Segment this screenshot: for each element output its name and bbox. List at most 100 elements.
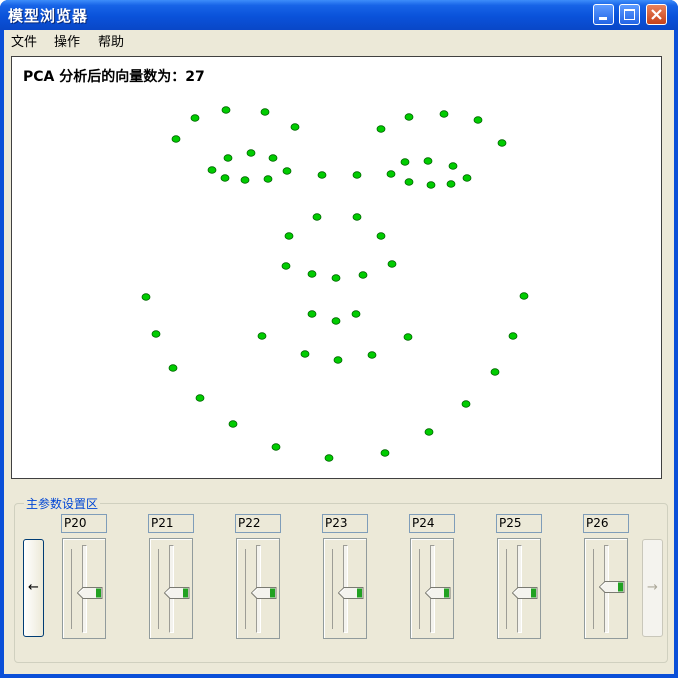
- param-slider-p23[interactable]: [323, 538, 367, 639]
- slider-ticks: [419, 549, 423, 629]
- landmark-dot: [426, 181, 436, 189]
- landmark-dot: [246, 149, 256, 157]
- landmark-dot: [281, 262, 291, 270]
- model-canvas[interactable]: PCA 分析后的向量数为：27: [11, 56, 662, 479]
- landmark-dot: [168, 364, 178, 372]
- landmark-dot: [497, 139, 507, 147]
- landmark-dot: [240, 176, 250, 184]
- landmark-dot: [439, 110, 449, 118]
- landmark-dot: [462, 174, 472, 182]
- landmark-dot: [352, 171, 362, 179]
- next-button[interactable]: →: [642, 539, 663, 637]
- param-label-p23: P23: [322, 514, 368, 533]
- param-slider-p24[interactable]: [410, 538, 454, 639]
- group-title: 主参数设置区: [24, 495, 101, 512]
- landmark-dot: [403, 333, 413, 341]
- landmark-dot: [424, 428, 434, 436]
- slider-ticks: [158, 549, 162, 629]
- landmark-dot: [257, 332, 267, 340]
- main-params-group: 主参数设置区 ← P20 P21 P22 P23 P24 P25 P26 →: [14, 495, 668, 663]
- landmark-dot: [351, 310, 361, 318]
- menu-file[interactable]: 文件: [11, 31, 37, 50]
- param-label-p24: P24: [409, 514, 455, 533]
- landmark-dot: [380, 449, 390, 457]
- client-area: 文件 操作 帮助 PCA 分析后的向量数为：27 主参数设置区 ← P20 P21…: [4, 30, 674, 674]
- landmark-dot: [263, 175, 273, 183]
- landmark-dot: [331, 317, 341, 325]
- landmark-dot: [473, 116, 483, 124]
- close-icon: [651, 9, 662, 20]
- landmark-dot: [207, 166, 217, 174]
- prev-button[interactable]: ←: [23, 539, 44, 637]
- slider-thumb[interactable]: [598, 578, 625, 593]
- slider-thumb[interactable]: [163, 584, 190, 599]
- landmark-dot: [284, 232, 294, 240]
- menu-operate[interactable]: 操作: [54, 31, 80, 50]
- landmark-dot: [290, 123, 300, 131]
- landmark-dot: [448, 162, 458, 170]
- param-slider-p22[interactable]: [236, 538, 280, 639]
- maximize-icon: [624, 9, 635, 20]
- landmark-dot: [307, 270, 317, 278]
- slider-ticks: [506, 549, 510, 629]
- landmark-dot: [268, 154, 278, 162]
- landmark-dot: [404, 178, 414, 186]
- minimize-button[interactable]: [593, 4, 614, 25]
- param-slider-p20[interactable]: [62, 538, 106, 639]
- landmark-dot: [221, 106, 231, 114]
- landmark-dot: [324, 454, 334, 462]
- window-title: 模型浏览器: [8, 7, 89, 25]
- param-label-p25: P25: [496, 514, 542, 533]
- slider-thumb[interactable]: [511, 584, 538, 599]
- landmark-dot: [446, 180, 456, 188]
- param-label-p20: P20: [61, 514, 107, 533]
- landmark-dot: [300, 350, 310, 358]
- landmark-dot: [333, 356, 343, 364]
- param-slider-p26[interactable]: [584, 538, 628, 639]
- slider-ticks: [593, 549, 597, 629]
- landmark-dot: [352, 213, 362, 221]
- slider-ticks: [71, 549, 75, 629]
- param-slider-p25[interactable]: [497, 538, 541, 639]
- landmark-dot: [228, 420, 238, 428]
- param-label-p21: P21: [148, 514, 194, 533]
- landmark-dot: [151, 330, 161, 338]
- app-window: 模型浏览器 文件 操作 帮助 PCA 分析后的向量数为：27 主参数设置区 ← …: [0, 0, 678, 678]
- landmark-dot: [171, 135, 181, 143]
- landmark-dot: [317, 171, 327, 179]
- slider-thumb[interactable]: [424, 584, 451, 599]
- param-slider-p21[interactable]: [149, 538, 193, 639]
- landmark-dot: [519, 292, 529, 300]
- landmark-dot: [376, 125, 386, 133]
- param-label-p22: P22: [235, 514, 281, 533]
- title-bar[interactable]: 模型浏览器: [0, 0, 678, 30]
- landmark-dot: [260, 108, 270, 116]
- slider-ticks: [245, 549, 249, 629]
- landmark-dot: [376, 232, 386, 240]
- landmark-dot: [386, 170, 396, 178]
- landmark-dot: [195, 394, 205, 402]
- landmark-dot: [141, 293, 151, 301]
- landmark-dot: [423, 157, 433, 165]
- landmark-dot: [223, 154, 233, 162]
- close-button[interactable]: [646, 4, 667, 25]
- landmark-dot: [367, 351, 377, 359]
- landmark-dot: [282, 167, 292, 175]
- param-label-p26: P26: [583, 514, 629, 533]
- landmark-dot: [387, 260, 397, 268]
- slider-thumb[interactable]: [337, 584, 364, 599]
- landmark-dot: [271, 443, 281, 451]
- minimize-icon: [599, 17, 607, 20]
- landmark-dot: [490, 368, 500, 376]
- slider-thumb[interactable]: [76, 584, 103, 599]
- slider-thumb[interactable]: [250, 584, 277, 599]
- landmark-dot: [358, 271, 368, 279]
- landmark-dot: [220, 174, 230, 182]
- landmark-dot: [331, 274, 341, 282]
- maximize-button[interactable]: [619, 4, 640, 25]
- landmark-dot: [400, 158, 410, 166]
- landmark-dot: [508, 332, 518, 340]
- landmark-dot: [312, 213, 322, 221]
- menu-help[interactable]: 帮助: [98, 31, 124, 50]
- menu-bar: 文件 操作 帮助: [4, 30, 674, 50]
